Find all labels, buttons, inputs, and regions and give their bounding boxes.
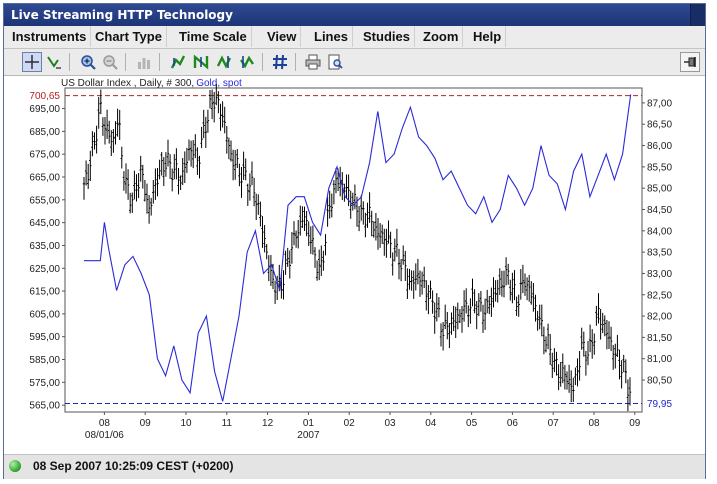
y-left-tick-label: 665,00 — [29, 172, 60, 183]
pin-icon[interactable] — [680, 52, 700, 72]
x-tick-label: 09 — [629, 418, 641, 429]
x-tick-label: 10 — [180, 418, 192, 429]
title-bar-end — [690, 4, 705, 26]
x-tick-label: 12 — [262, 418, 274, 429]
y-right-tick-label: 85,50 — [647, 162, 672, 173]
print-preview-icon[interactable] — [325, 52, 345, 72]
x-tick-label: 05 — [466, 418, 478, 429]
grid-icon[interactable] — [270, 52, 290, 72]
zoom-out-icon[interactable] — [100, 52, 120, 72]
bar-chart-icon[interactable] — [134, 52, 154, 72]
x-tick-label: 02 — [344, 418, 356, 429]
y-axis-left: 695,00 685,00 675,00 665,00 655,00 645,00 635,… — [29, 104, 65, 412]
series-gold-spot — [84, 94, 632, 402]
y-left-tick-label: 565,00 — [29, 401, 60, 412]
gold-line — [84, 94, 632, 402]
x-tick-label: 09 — [140, 418, 152, 429]
x-tick-label: 01 — [303, 418, 315, 429]
current-left-label: 700,65 — [29, 91, 60, 102]
x-tick-label: 04 — [425, 418, 437, 429]
chart-type-icon-1[interactable] — [168, 52, 188, 72]
y-right-tick-label: 85,00 — [647, 184, 672, 195]
toolbar-separator — [262, 53, 263, 71]
x-year-label: 08/01/06 — [85, 430, 124, 441]
y-right-tick-label: 87,00 — [647, 98, 672, 109]
chart-header-overlay: Gold, spot — [196, 78, 242, 89]
y-left-tick-label: 615,00 — [29, 287, 60, 298]
y-right-tick-label: 83,50 — [647, 248, 672, 259]
y-left-tick-label: 635,00 — [29, 241, 60, 252]
crosshair-icon[interactable] — [22, 52, 42, 72]
menu-help[interactable]: Help — [469, 26, 507, 47]
app-window: Live Streaming HTTP Technology Instrumen… — [3, 3, 706, 479]
draw-line-icon[interactable] — [44, 52, 64, 72]
chart-type-icon-4[interactable] — [237, 52, 257, 72]
status-datetime: 08 Sep 2007 10:25:09 CEST (+0200) — [33, 459, 234, 473]
menu-time-scale[interactable]: Time Scale — [175, 26, 252, 47]
y-right-tick-label: 82,50 — [647, 290, 672, 301]
chart-area[interactable]: US Dollar Index , Daily, # 300, Gold, sp… — [4, 76, 705, 454]
chart-type-icon-3[interactable] — [214, 52, 234, 72]
toolbar-separator — [69, 53, 70, 71]
x-tick-label: 08 — [588, 418, 600, 429]
y-left-tick-label: 645,00 — [29, 218, 60, 229]
toolbar-separator — [125, 53, 126, 71]
toolbar-separator — [295, 53, 296, 71]
chart-header-instrument: US Dollar Index , Daily, # 300, — [61, 78, 194, 89]
series-usd-index — [82, 83, 632, 412]
toolbar-separator — [159, 53, 160, 71]
x-tick-label: 11 — [222, 418, 233, 429]
y-right-tick-label: 81,00 — [647, 354, 672, 365]
y-right-tick-label: 86,00 — [647, 141, 672, 152]
y-left-tick-label: 575,00 — [29, 378, 60, 389]
menu-bar: Instruments Chart Type Time Scale View L… — [4, 26, 705, 49]
current-right-label: 79,95 — [647, 399, 672, 410]
y-right-tick-label: 80,50 — [647, 376, 672, 387]
menu-zoom[interactable]: Zoom — [419, 26, 464, 47]
y-right-tick-label: 83,00 — [647, 269, 672, 280]
y-right-tick-label: 86,50 — [647, 120, 672, 131]
y-axis-right: 87,00 86,50 86,00 85,50 85,00 84,50 84,00 83,50… — [642, 98, 672, 387]
y-left-tick-label: 675,00 — [29, 150, 60, 161]
x-tick-label: 03 — [384, 418, 396, 429]
x-axis: 08 09 10 11 12 01 02 03 04 05 06 07 08 09 08/01/06 2007 — [85, 412, 641, 441]
toolbar — [4, 49, 705, 76]
menu-studies[interactable]: Studies — [359, 26, 415, 47]
y-left-tick-label: 655,00 — [29, 195, 60, 206]
connection-status-icon — [9, 460, 21, 472]
plot-frame — [64, 87, 643, 413]
y-left-tick-label: 695,00 — [29, 104, 60, 115]
menu-view[interactable]: View — [263, 26, 302, 47]
y-left-tick-label: 585,00 — [29, 355, 60, 366]
reference-lines: 700,65 79,95 — [29, 91, 672, 410]
menu-chart-type[interactable]: Chart Type — [91, 26, 167, 47]
y-right-tick-label: 81,50 — [647, 333, 672, 344]
x-tick-label: 06 — [507, 418, 519, 429]
menu-lines[interactable]: Lines — [310, 26, 353, 47]
y-right-tick-label: 84,50 — [647, 205, 672, 216]
window-title: Live Streaming HTTP Technology — [11, 8, 233, 22]
y-left-tick-label: 605,00 — [29, 309, 60, 320]
price-chart[interactable]: US Dollar Index , Daily, # 300, Gold, sp… — [4, 76, 705, 454]
title-bar: Live Streaming HTTP Technology — [4, 4, 705, 26]
y-left-tick-label: 685,00 — [29, 127, 60, 138]
zoom-in-icon[interactable] — [78, 52, 98, 72]
chart-type-icon-2[interactable] — [191, 52, 211, 72]
menu-instruments[interactable]: Instruments — [8, 26, 92, 47]
x-tick-label: 08 — [99, 418, 111, 429]
y-left-tick-label: 625,00 — [29, 264, 60, 275]
status-bar: 08 Sep 2007 10:25:09 CEST (+0200) — [4, 454, 705, 479]
print-icon[interactable] — [303, 52, 323, 72]
y-left-tick-label: 595,00 — [29, 332, 60, 343]
y-right-tick-label: 82,00 — [647, 312, 672, 323]
x-tick-label: 07 — [548, 418, 560, 429]
y-right-tick-label: 84,00 — [647, 226, 672, 237]
x-year-label: 2007 — [297, 430, 320, 441]
